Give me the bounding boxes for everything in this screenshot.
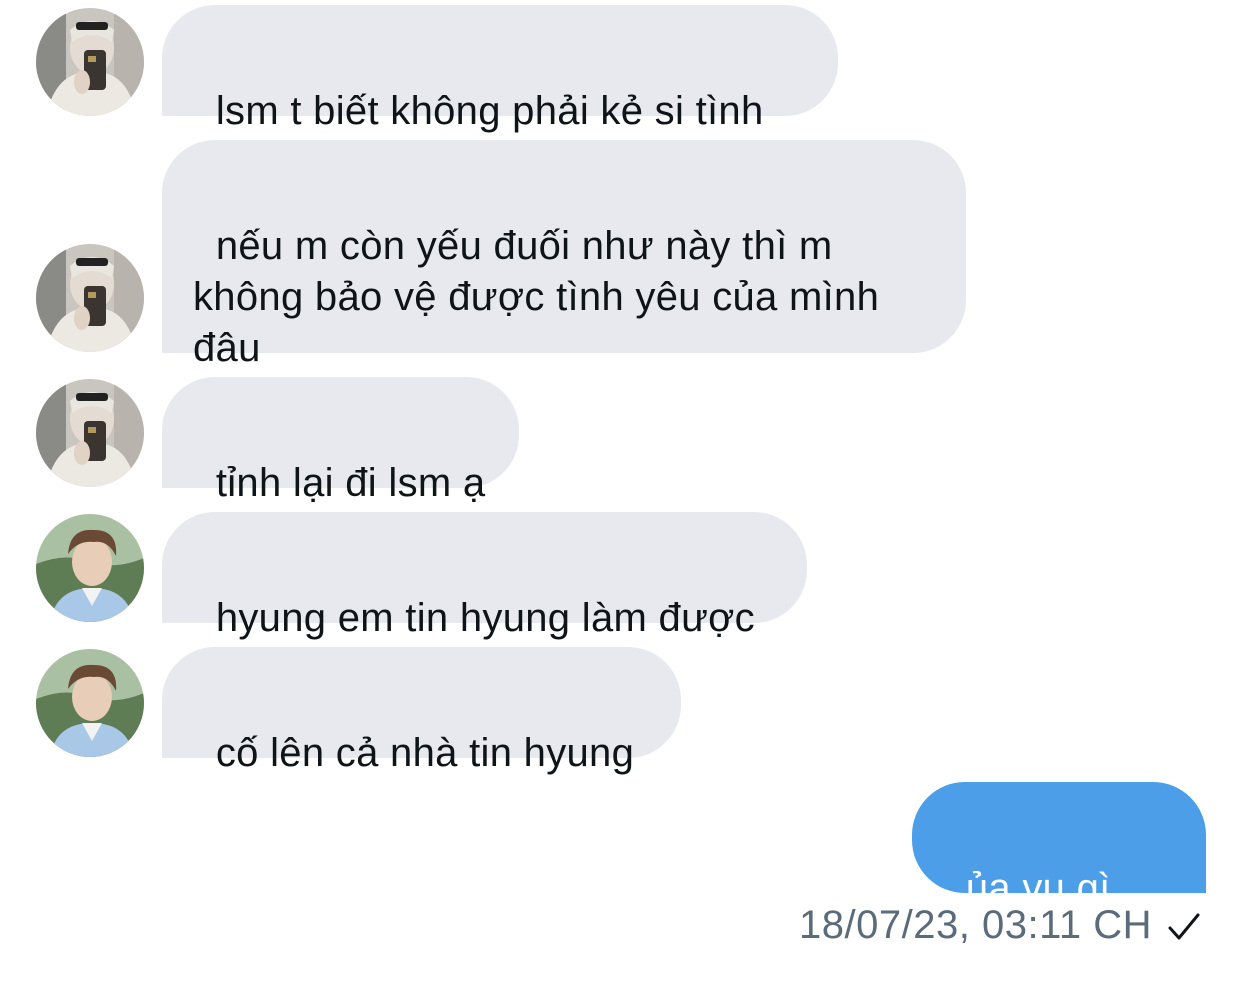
incoming-message-bubble[interactable]: nếu m còn yếu đuối như này thì m không b… [162, 140, 966, 370]
outgoing-message-bubble[interactable]: ủa vụ gì vậy [912, 782, 1206, 961]
checkmark-icon [1168, 913, 1200, 940]
avatar-contact-a[interactable] [36, 379, 144, 487]
message-text: nếu m còn yếu đuối như này thì m không b… [193, 224, 880, 370]
incoming-message-bubble[interactable]: lsm t biết không phải kẻ si tình [162, 5, 838, 133]
avatar-image [36, 244, 144, 352]
avatar-image [36, 379, 144, 487]
message-text: hyung em tin hyung làm được [215, 596, 755, 640]
avatar-image [36, 514, 144, 622]
incoming-message-bubble[interactable]: hyung em tin hyung làm được [162, 512, 807, 640]
incoming-message-bubble[interactable]: cố lên cả nhà tin hyung [162, 647, 681, 775]
avatar-image [36, 649, 144, 757]
avatar-contact-b[interactable] [36, 514, 144, 622]
avatar-contact-a[interactable] [36, 244, 144, 352]
message-text: cố lên cả nhà tin hyung [215, 731, 635, 775]
incoming-message-bubble[interactable]: tỉnh lại đi lsm ạ [162, 377, 519, 505]
message-text: tỉnh lại đi lsm ạ [215, 461, 486, 505]
message-text: lsm t biết không phải kẻ si tình [215, 89, 764, 133]
avatar-image [36, 8, 144, 116]
message-timestamp: 18/07/23, 03:11 CH [799, 903, 1152, 947]
avatar-contact-b[interactable] [36, 649, 144, 757]
avatar-contact-a[interactable] [36, 8, 144, 116]
